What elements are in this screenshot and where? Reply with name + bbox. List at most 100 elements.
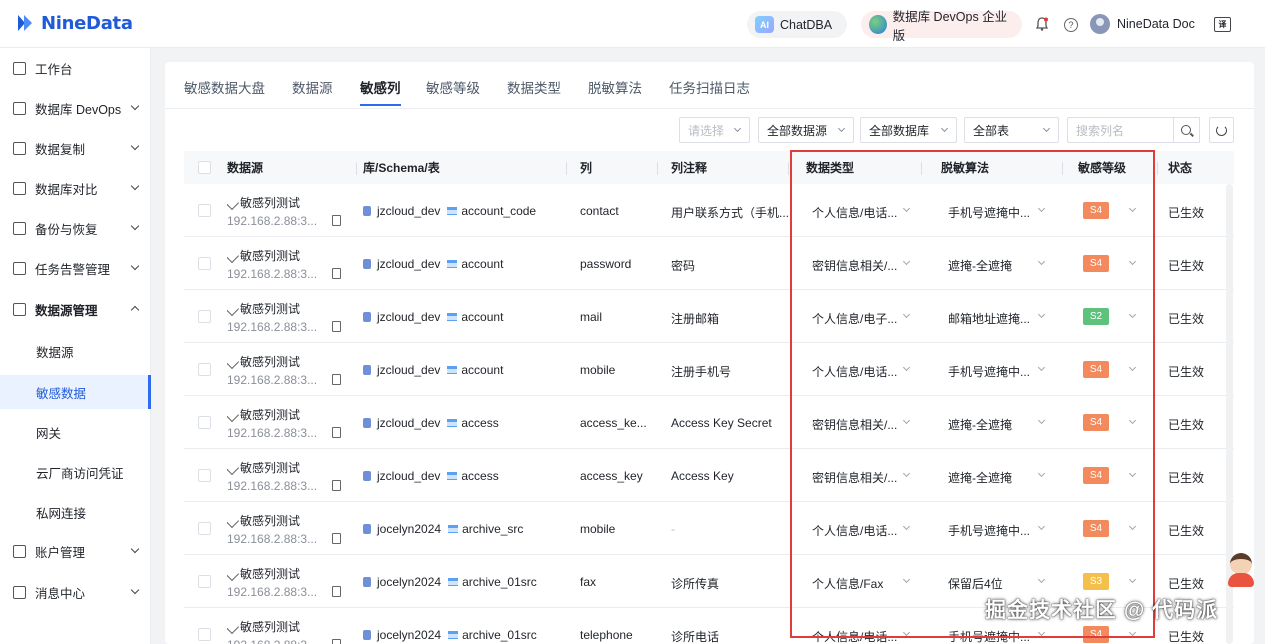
sidebar-item-devops[interactable]: 数据库 DevOps bbox=[0, 88, 151, 128]
masking-algorithm-select[interactable]: 保留后4位 bbox=[948, 575, 1038, 592]
sidebar-item-compare[interactable]: 数据库对比 bbox=[0, 168, 151, 208]
table-row[interactable]: 敏感列测试 192.168.2.88:3... jzcloud_dev account… bbox=[184, 290, 1234, 343]
sensitive-level-badge[interactable]: S4 bbox=[1083, 520, 1109, 537]
devops-edition-button[interactable]: 数据库 DevOps 企业版 bbox=[861, 10, 1022, 43]
masking-algorithm-select[interactable]: 遮掩-全遮掩 bbox=[948, 416, 1038, 433]
bell-icon[interactable] bbox=[1036, 17, 1048, 31]
schema-table-path[interactable]: jocelyn2024 archive_01src bbox=[363, 575, 563, 589]
masking-algorithm-select[interactable]: 手机号遮掩中... bbox=[948, 363, 1038, 380]
tab-scan-logs[interactable]: 任务扫描日志 bbox=[669, 77, 750, 97]
user-menu[interactable]: NineData Doc bbox=[1090, 14, 1195, 34]
column-header-datasource[interactable]: 数据源 bbox=[227, 151, 263, 184]
data-type-select[interactable]: 个人信息/电话... bbox=[812, 522, 902, 539]
table-row[interactable]: 敏感列测试 192.168.2.88:3... jocelyn2024 archive… bbox=[184, 502, 1234, 555]
sidebar-item-workbench[interactable]: 工作台 bbox=[0, 48, 151, 88]
tab-datasource[interactable]: 数据源 bbox=[292, 77, 333, 97]
datasource-name[interactable]: 敏感列测试 bbox=[227, 459, 300, 476]
column-header-column[interactable]: 列 bbox=[580, 151, 592, 184]
copy-icon[interactable] bbox=[332, 374, 341, 385]
schema-table-path[interactable]: jzcloud_dev access bbox=[363, 469, 563, 483]
sensitive-level-badge[interactable]: S4 bbox=[1083, 361, 1109, 378]
sidebar-item-replication[interactable]: 数据复制 bbox=[0, 128, 151, 168]
copy-icon[interactable] bbox=[332, 639, 341, 644]
data-type-select[interactable]: 密钥信息相关/... bbox=[812, 257, 902, 274]
sidebar-item-backup[interactable]: 备份与恢复 bbox=[0, 208, 151, 248]
copy-icon[interactable] bbox=[332, 480, 341, 491]
column-search-input[interactable]: 搜索列名 bbox=[1067, 117, 1174, 143]
copy-icon[interactable] bbox=[332, 586, 341, 597]
datasource-name[interactable]: 敏感列测试 bbox=[227, 247, 300, 264]
refresh-button[interactable] bbox=[1209, 117, 1234, 143]
masking-algorithm-select[interactable]: 手机号遮掩中... bbox=[948, 204, 1038, 221]
help-icon[interactable]: ? bbox=[1064, 18, 1078, 32]
row-checkbox[interactable] bbox=[198, 257, 211, 270]
copy-icon[interactable] bbox=[332, 321, 341, 332]
row-checkbox[interactable] bbox=[198, 363, 211, 376]
table-row[interactable]: 敏感列测试 192.168.2.88:3... jzcloud_dev account… bbox=[184, 343, 1234, 396]
column-header-data-type[interactable]: 数据类型 bbox=[806, 151, 854, 184]
select-all-checkbox[interactable] bbox=[198, 161, 211, 174]
column-header-schema-table[interactable]: 库/Schema/表 bbox=[363, 151, 440, 184]
schema-table-path[interactable]: jzcloud_dev account bbox=[363, 310, 563, 324]
table-row[interactable]: 敏感列测试 192.168.2.88:3... jzcloud_dev account… bbox=[184, 237, 1234, 290]
datasource-name[interactable]: 敏感列测试 bbox=[227, 565, 300, 582]
generic-select[interactable]: 请选择 bbox=[679, 117, 750, 143]
table-row[interactable]: 敏感列测试 192.168.2.88:3... jzcloud_dev access a… bbox=[184, 396, 1234, 449]
support-assistant-avatar[interactable] bbox=[1226, 551, 1256, 587]
sidebar-item-datasource-management[interactable]: 数据源管理 bbox=[0, 289, 151, 329]
row-checkbox[interactable] bbox=[198, 469, 211, 482]
datasource-name[interactable]: 敏感列测试 bbox=[227, 618, 300, 635]
tab-sensitive-levels[interactable]: 敏感等级 bbox=[426, 77, 480, 97]
datasource-name[interactable]: 敏感列测试 bbox=[227, 300, 300, 317]
sidebar-subitem-private-link[interactable]: 私网连接 bbox=[0, 495, 151, 529]
copy-icon[interactable] bbox=[332, 533, 341, 544]
sensitive-level-badge[interactable]: S4 bbox=[1083, 414, 1109, 431]
data-type-select[interactable]: 密钥信息相关/... bbox=[812, 469, 902, 486]
sensitive-level-badge[interactable]: S4 bbox=[1083, 467, 1109, 484]
sidebar-subitem-sensitive-data[interactable]: 敏感数据 bbox=[0, 375, 151, 409]
copy-icon[interactable] bbox=[332, 268, 341, 279]
row-checkbox[interactable] bbox=[198, 575, 211, 588]
datasource-name[interactable]: 敏感列测试 bbox=[227, 353, 300, 370]
copy-icon[interactable] bbox=[332, 215, 341, 226]
sensitive-level-badge[interactable]: S4 bbox=[1083, 202, 1109, 219]
row-checkbox[interactable] bbox=[198, 204, 211, 217]
sensitive-level-badge[interactable]: S3 bbox=[1083, 573, 1109, 590]
column-header-masking-algorithm[interactable]: 脱敏算法 bbox=[941, 151, 989, 184]
language-switch-icon[interactable]: 译 bbox=[1214, 17, 1231, 32]
tab-sensitive-dashboard[interactable]: 敏感数据大盘 bbox=[184, 77, 265, 97]
nine-data-logo[interactable]: NineData bbox=[14, 12, 133, 34]
schema-table-path[interactable]: jzcloud_dev account_code bbox=[363, 204, 563, 218]
masking-algorithm-select[interactable]: 遮掩-全遮掩 bbox=[948, 257, 1038, 274]
row-checkbox[interactable] bbox=[198, 416, 211, 429]
sensitive-level-badge[interactable]: S2 bbox=[1083, 308, 1109, 325]
datasource-filter-select[interactable]: 全部数据源 bbox=[758, 117, 854, 143]
masking-algorithm-select[interactable]: 遮掩-全遮掩 bbox=[948, 469, 1038, 486]
table-row[interactable]: 敏感列测试 192.168.2.88:3... jzcloud_dev account… bbox=[184, 184, 1234, 237]
datasource-name[interactable]: 敏感列测试 bbox=[227, 194, 300, 211]
data-type-select[interactable]: 个人信息/电话... bbox=[812, 204, 902, 221]
copy-icon[interactable] bbox=[332, 427, 341, 438]
schema-table-path[interactable]: jzcloud_dev account bbox=[363, 257, 563, 271]
sidebar-subitem-cloud-credentials[interactable]: 云厂商访问凭证 bbox=[0, 455, 151, 489]
chatdba-button[interactable]: AI ChatDBA bbox=[747, 11, 847, 38]
sidebar-item-alarm[interactable]: 任务告警管理 bbox=[0, 248, 151, 288]
tab-masking-algorithms[interactable]: 脱敏算法 bbox=[588, 77, 642, 97]
data-type-select[interactable]: 个人信息/电话... bbox=[812, 628, 902, 644]
database-filter-select[interactable]: 全部数据库 bbox=[860, 117, 957, 143]
data-type-select[interactable]: 个人信息/电子... bbox=[812, 310, 902, 327]
data-type-select[interactable]: 个人信息/电话... bbox=[812, 363, 902, 380]
sidebar-item-messages[interactable]: 消息中心 bbox=[0, 572, 151, 612]
column-header-sensitive-level[interactable]: 敏感等级 bbox=[1078, 151, 1126, 184]
tab-sensitive-columns[interactable]: 敏感列 bbox=[360, 77, 401, 106]
row-checkbox[interactable] bbox=[198, 310, 211, 323]
data-type-select[interactable]: 个人信息/Fax bbox=[812, 575, 902, 592]
column-header-status[interactable]: 状态 bbox=[1168, 151, 1192, 184]
table-row[interactable]: 敏感列测试 192.168.2.88:3... jzcloud_dev access a… bbox=[184, 449, 1234, 502]
sensitive-level-badge[interactable]: S4 bbox=[1083, 255, 1109, 272]
masking-algorithm-select[interactable]: 手机号遮掩中... bbox=[948, 628, 1038, 644]
row-checkbox[interactable] bbox=[198, 628, 211, 641]
schema-table-path[interactable]: jzcloud_dev access bbox=[363, 416, 563, 430]
row-checkbox[interactable] bbox=[198, 522, 211, 535]
search-button[interactable] bbox=[1173, 117, 1200, 143]
